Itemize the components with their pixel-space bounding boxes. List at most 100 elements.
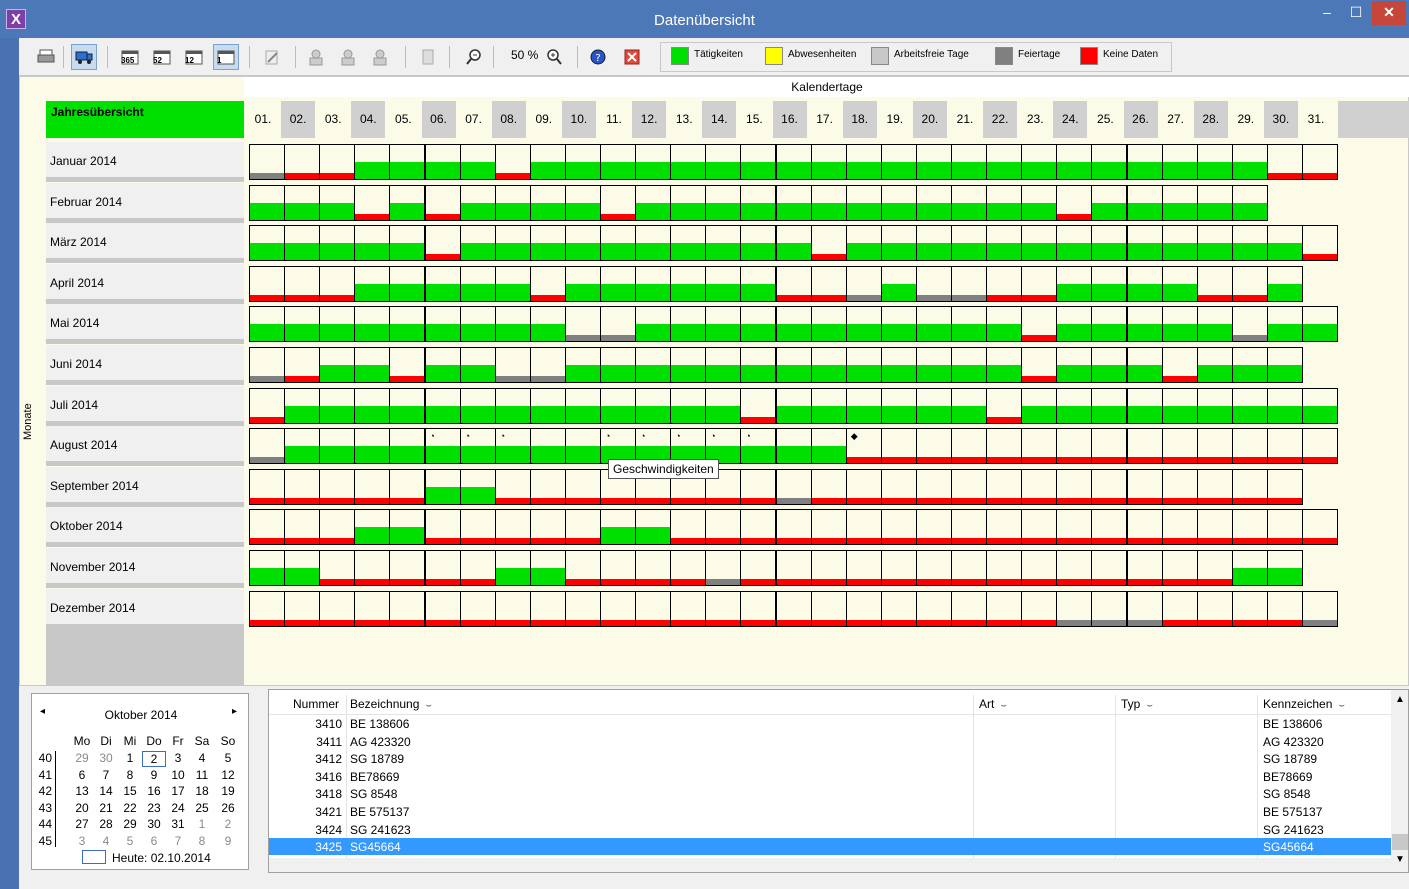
day-cell[interactable] (494, 306, 531, 343)
day-cell[interactable] (600, 306, 636, 343)
day-cell[interactable] (1231, 387, 1268, 424)
day-cell[interactable] (1302, 590, 1338, 627)
day-cell[interactable] (880, 509, 917, 546)
day-cell[interactable] (1021, 144, 1058, 180)
day-cell[interactable] (1266, 590, 1303, 627)
day-cell[interactable] (1161, 590, 1198, 627)
day-cell[interactable] (880, 590, 917, 627)
day-cell[interactable] (459, 550, 496, 586)
day-cell[interactable] (1231, 184, 1268, 221)
day-cell[interactable] (845, 590, 882, 627)
day-cell[interactable] (354, 550, 391, 586)
day-cell[interactable] (845, 347, 882, 383)
calendar-day[interactable]: 3 (166, 751, 190, 765)
day-cell[interactable] (424, 550, 461, 586)
calendar-365-button[interactable]: 365 (117, 44, 143, 70)
month-label[interactable]: Januar 2014 (46, 142, 244, 182)
day-cell[interactable] (1126, 184, 1163, 221)
day-cell[interactable] (705, 387, 742, 424)
day-cell[interactable] (845, 550, 882, 586)
day-cell[interactable] (389, 550, 426, 586)
calendar-day[interactable]: 13 (70, 784, 94, 798)
edit-button[interactable] (259, 44, 285, 70)
day-cell[interactable] (389, 509, 426, 546)
month-label[interactable]: April 2014 (46, 263, 244, 304)
day-cell[interactable] (740, 509, 777, 546)
day-cell[interactable] (600, 387, 636, 424)
day-cell[interactable] (951, 509, 987, 546)
day-cell[interactable] (284, 590, 321, 627)
day-cell[interactable] (389, 468, 426, 505)
day-cell[interactable] (249, 306, 285, 343)
day-cell[interactable] (880, 347, 917, 383)
day-cell[interactable] (986, 590, 1023, 627)
driver-button[interactable] (303, 44, 329, 70)
calendar-day[interactable]: 8 (190, 834, 214, 848)
day-cell[interactable] (389, 428, 426, 465)
day-cell[interactable] (775, 347, 812, 383)
day-cell[interactable] (354, 144, 391, 180)
driver-delete-button[interactable] (367, 44, 393, 70)
day-cell[interactable] (424, 347, 461, 383)
calendar-day[interactable]: 26 (216, 801, 240, 815)
calendar-day[interactable]: 6 (70, 768, 94, 782)
day-cell[interactable] (1056, 468, 1093, 505)
day-cell[interactable] (951, 590, 987, 627)
day-cell[interactable] (1091, 468, 1128, 505)
calendar-day[interactable]: 19 (216, 784, 240, 798)
day-cell[interactable] (1126, 144, 1163, 180)
day-cell[interactable] (319, 265, 356, 302)
day-cell[interactable] (424, 468, 461, 505)
day-cell[interactable] (354, 468, 391, 505)
day-cell[interactable] (845, 509, 882, 546)
day-cell[interactable] (986, 509, 1023, 546)
calendar-day[interactable]: 20 (70, 801, 94, 815)
day-cell[interactable] (1126, 590, 1163, 627)
day-cell[interactable] (1056, 550, 1093, 586)
day-cell[interactable] (1091, 144, 1128, 180)
day-cell[interactable] (1161, 428, 1198, 465)
day-cell[interactable] (564, 306, 601, 343)
calendar-day[interactable]: 3 (70, 834, 94, 848)
day-cell[interactable] (1196, 387, 1233, 424)
day-cell[interactable] (389, 306, 426, 343)
day-cell[interactable] (810, 590, 847, 627)
day-cell[interactable] (1126, 468, 1163, 505)
day-cell[interactable] (564, 428, 601, 465)
day-cell[interactable] (635, 306, 672, 343)
day-cell[interactable] (986, 184, 1023, 221)
day-cell[interactable] (529, 387, 566, 424)
calendar-day[interactable]: 6 (142, 834, 166, 848)
calendar-day[interactable]: 30 (142, 817, 166, 831)
day-cell[interactable] (1056, 347, 1093, 383)
day-cell[interactable] (424, 184, 461, 221)
driver-edit-button[interactable] (335, 44, 361, 70)
day-cell[interactable] (1196, 184, 1233, 221)
day-cell[interactable] (529, 347, 566, 383)
day-cell[interactable] (635, 265, 672, 302)
day-cell[interactable] (1196, 468, 1233, 505)
year-overview-header[interactable]: Jahresübersicht (46, 101, 244, 138)
day-cell[interactable] (1161, 225, 1198, 262)
day-cell[interactable] (986, 550, 1023, 586)
day-cell[interactable] (880, 468, 917, 505)
day-cell[interactable] (284, 468, 321, 505)
day-cell[interactable] (1021, 184, 1058, 221)
day-cell[interactable] (1161, 184, 1198, 221)
day-cell[interactable] (1126, 265, 1163, 302)
day-cell[interactable] (740, 387, 777, 424)
day-cell[interactable] (915, 509, 952, 546)
day-cell[interactable] (880, 184, 917, 221)
day-cell[interactable]: ◔ (459, 428, 496, 465)
day-cell[interactable] (494, 225, 531, 262)
day-cell[interactable] (424, 144, 461, 180)
day-cell[interactable] (459, 184, 496, 221)
day-cell[interactable] (459, 144, 496, 180)
calendar-day[interactable]: 1 (190, 817, 214, 831)
day-cell[interactable] (459, 225, 496, 262)
day-cell[interactable] (1056, 184, 1093, 221)
day-cell[interactable] (670, 184, 707, 221)
day-cell[interactable] (1266, 509, 1303, 546)
day-cell[interactable] (249, 265, 285, 302)
month-label[interactable]: Mai 2014 (46, 304, 244, 345)
